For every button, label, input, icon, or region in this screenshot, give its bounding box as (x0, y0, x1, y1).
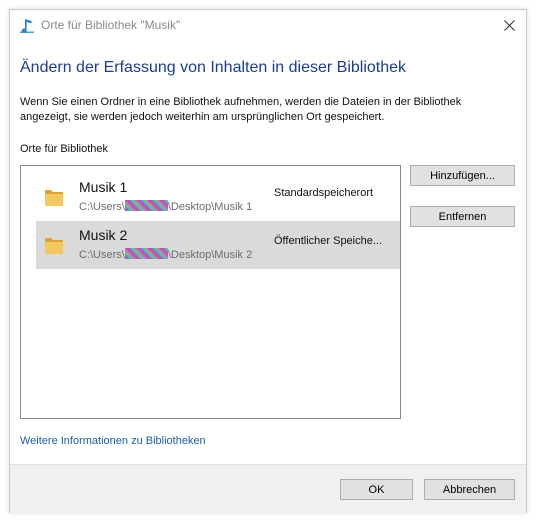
locations-label: Orte für Bibliothek (20, 143, 109, 155)
library-locations-list[interactable]: Musik 1 C:\Users\ \Desktop\Musik 1 Standa… (20, 165, 401, 419)
location-path: C:\Users\ \Desktop\Musik 2 (79, 248, 253, 261)
cancel-button[interactable]: Abbrechen (424, 479, 515, 500)
folder-icon (45, 238, 63, 254)
remove-button[interactable]: Entfernen (410, 206, 515, 227)
folder-icon (45, 190, 63, 206)
list-item[interactable]: Musik 2 C:\Users\ \Desktop\Musik 2 Öffent… (36, 221, 400, 269)
window-title: Orte für Bibliothek "Musik" (41, 18, 181, 32)
title-bar[interactable]: Orte für Bibliothek "Musik" (10, 10, 526, 40)
library-info-link[interactable]: Weitere Informationen zu Bibliotheken (20, 435, 206, 447)
location-name: Musik 2 (79, 227, 128, 243)
add-button[interactable]: Hinzufügen... (410, 165, 515, 186)
list-item[interactable]: Musik 1 C:\Users\ \Desktop\Musik 1 Standa… (36, 173, 400, 221)
close-icon (503, 19, 515, 31)
dialog-description: Wenn Sie einen Ordner in eine Bibliothek… (20, 96, 462, 123)
location-status: Standardspeicherort (274, 187, 374, 199)
music-note-icon (20, 19, 34, 33)
location-path: C:\Users\ \Desktop\Musik 1 (79, 200, 253, 213)
dialog-footer: OK Abbrechen (10, 464, 526, 513)
location-status: Öffentlicher Speiche... (274, 235, 383, 247)
close-button[interactable] (492, 10, 526, 40)
dialog-heading: Ändern der Erfassung von Inhalten in die… (20, 59, 407, 76)
dialog-window: Orte für Bibliothek "Musik" Ändern der E… (9, 9, 527, 513)
redacted-username (124, 248, 168, 259)
location-name: Musik 1 (79, 179, 128, 195)
redacted-username (124, 200, 168, 211)
ok-button[interactable]: OK (340, 479, 413, 500)
